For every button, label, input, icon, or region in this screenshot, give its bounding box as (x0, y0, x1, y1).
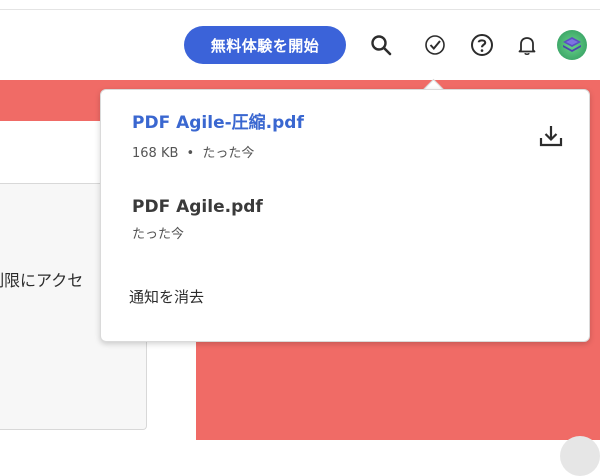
notification-title-link[interactable]: PDF Agile-圧縮.pdf (132, 108, 304, 133)
notifications-popover: PDF Agile-圧縮.pdf 168 KB • たった今 PDF Agile… (100, 89, 590, 342)
top-border (0, 0, 600, 10)
search-icon[interactable] (369, 33, 393, 57)
content-text: 制限にアクセ (0, 271, 84, 290)
notification-title[interactable]: PDF Agile.pdf (132, 197, 263, 217)
notification-meta: 168 KB • たった今 (132, 142, 254, 161)
start-free-trial-button[interactable]: 無料体験を開始 (184, 26, 346, 64)
bell-icon[interactable] (515, 33, 539, 57)
notification-time: たった今 (132, 227, 185, 242)
app-header: 無料体験を開始 (0, 10, 600, 80)
help-icon[interactable] (470, 33, 494, 57)
meta-separator: • (186, 146, 195, 161)
floating-button[interactable] (560, 436, 600, 476)
file-size: 168 KB (132, 146, 179, 161)
notification-time: たった今 (202, 146, 255, 161)
download-icon[interactable] (538, 123, 564, 149)
check-circle-icon[interactable] (423, 33, 447, 57)
clear-notifications-link[interactable]: 通知を消去 (129, 286, 204, 307)
avatar[interactable] (557, 30, 587, 60)
